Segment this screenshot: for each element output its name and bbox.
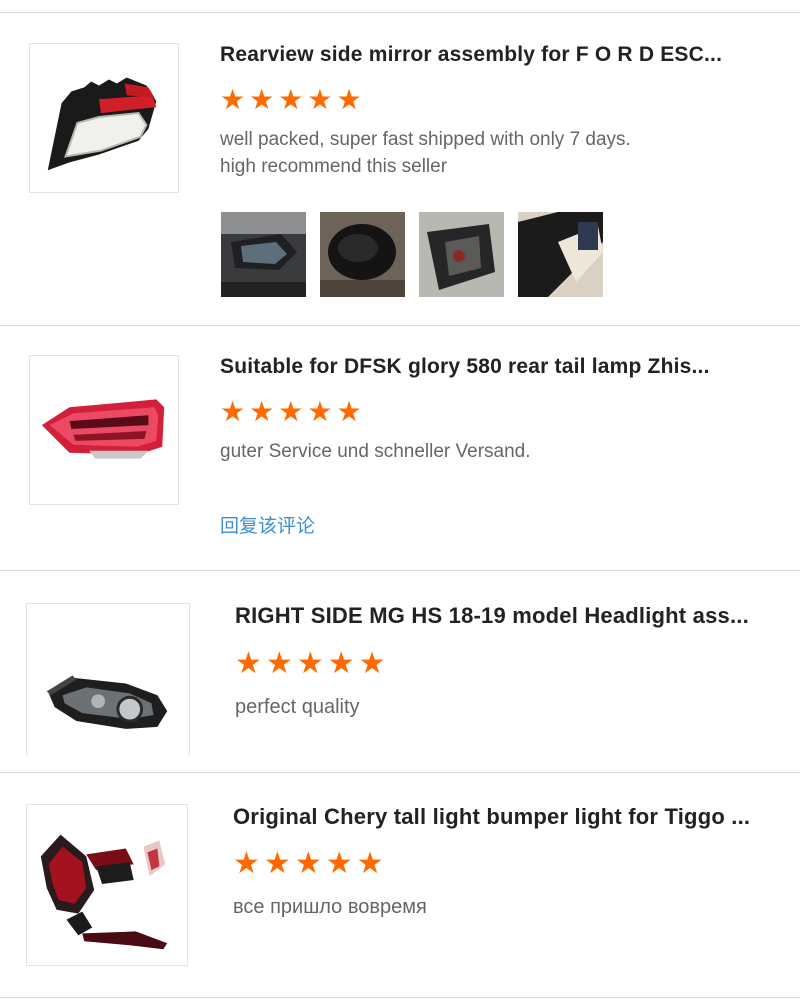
star-icon: ★ <box>356 847 384 880</box>
side-mirror-icon <box>47 77 157 171</box>
star-icon: ★ <box>265 647 293 680</box>
product-thumbnail[interactable] <box>26 804 188 966</box>
star-icon: ★ <box>296 647 324 680</box>
review-photos <box>221 212 603 297</box>
review-text: perfect quality <box>235 694 360 721</box>
review-photo[interactable] <box>419 212 504 297</box>
mirror-photo-4-icon <box>518 212 603 297</box>
star-icon: ★ <box>278 396 304 427</box>
star-icon: ★ <box>294 847 322 880</box>
star-icon: ★ <box>307 84 333 115</box>
star-icon: ★ <box>327 647 355 680</box>
review-photo[interactable] <box>320 212 405 297</box>
mirror-photo-1-icon <box>221 212 306 297</box>
star-icon: ★ <box>235 647 262 680</box>
mirror-photo-3-icon <box>419 212 504 297</box>
product-thumbnail[interactable] <box>26 603 190 755</box>
product-thumbnail[interactable] <box>29 355 179 505</box>
rating-stars: ★ ★ ★ ★ ★ <box>233 849 384 879</box>
review-photo[interactable] <box>518 212 603 297</box>
product-title[interactable]: Suitable for DFSK glory 580 rear tail la… <box>220 355 770 379</box>
star-icon: ★ <box>325 847 353 880</box>
review-text-line: high recommend this seller <box>220 156 448 177</box>
review-item: RIGHT SIDE MG HS 18-19 model Headlight a… <box>0 570 800 772</box>
review-text-line: well packed, super fast shipped with onl… <box>220 129 631 150</box>
rating-stars: ★ ★ ★ ★ ★ <box>220 86 362 114</box>
star-icon: ★ <box>249 84 275 115</box>
review-text: все пришло вовремя <box>233 894 427 921</box>
tail-light-set-icon <box>40 834 168 950</box>
product-title[interactable]: Original Chery tall light bumper light f… <box>233 804 790 830</box>
star-icon: ★ <box>249 396 275 427</box>
mirror-photo-2-icon <box>320 212 405 297</box>
review-text-line: guter Service und schneller Versand. <box>220 441 531 462</box>
review-text: guter Service und schneller Versand. <box>220 438 531 465</box>
review-text: well packed, super fast shipped with onl… <box>220 126 631 180</box>
rating-stars: ★ ★ ★ ★ ★ <box>235 649 386 679</box>
star-icon: ★ <box>358 647 386 680</box>
star-icon: ★ <box>233 847 260 880</box>
headlight-icon <box>46 675 168 729</box>
review-text-line: perfect quality <box>235 696 360 718</box>
divider-bottom <box>0 997 800 998</box>
review-item: Rearview side mirror assembly for F O R … <box>0 0 800 325</box>
reply-link[interactable]: 回复该评论 <box>220 511 315 538</box>
star-icon: ★ <box>336 84 362 115</box>
rating-stars: ★ ★ ★ ★ ★ <box>220 398 362 426</box>
review-text-line: все пришло вовремя <box>233 896 427 918</box>
review-item: Suitable for DFSK glory 580 rear tail la… <box>0 325 800 570</box>
star-icon: ★ <box>278 84 304 115</box>
star-icon: ★ <box>220 396 246 427</box>
star-icon: ★ <box>263 847 291 880</box>
review-item: Original Chery tall light bumper light f… <box>0 772 800 997</box>
star-icon: ★ <box>307 396 333 427</box>
product-title[interactable]: RIGHT SIDE MG HS 18-19 model Headlight a… <box>235 603 790 629</box>
star-icon: ★ <box>336 396 362 427</box>
product-title[interactable]: Rearview side mirror assembly for F O R … <box>220 43 770 67</box>
review-photo[interactable] <box>221 212 306 297</box>
product-thumbnail[interactable] <box>29 43 179 193</box>
star-icon: ★ <box>220 84 246 115</box>
tail-lamp-icon <box>41 399 165 459</box>
